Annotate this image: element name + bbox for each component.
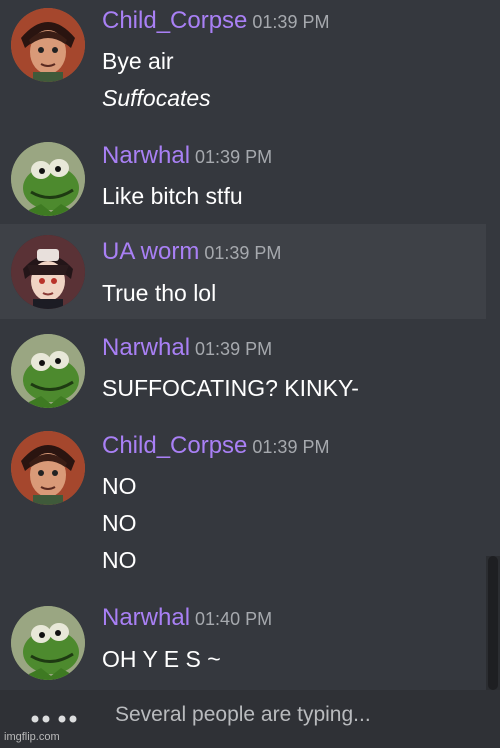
message: Narwhal 01:40 PM OH Y E S ~: [0, 594, 486, 690]
username[interactable]: Narwhal: [102, 604, 190, 631]
message-text: SUFFOCATING? KINKY-: [102, 375, 359, 401]
username[interactable]: Child_Corpse: [102, 432, 247, 459]
username[interactable]: Child_Corpse: [102, 7, 247, 34]
avatar[interactable]: [11, 235, 85, 309]
message-text: NO: [102, 510, 137, 536]
avatar[interactable]: [11, 334, 85, 408]
typing-indicator: Several people are typing...: [0, 690, 500, 748]
timestamp: 01:39 PM: [252, 437, 330, 457]
timestamp: 01:39 PM: [252, 12, 330, 32]
avatar[interactable]: [11, 142, 85, 216]
scrollbar[interactable]: [486, 556, 500, 690]
message-text: NO: [102, 547, 137, 573]
timestamp: 01:40 PM: [195, 609, 273, 629]
message-text: Suffocates: [102, 85, 211, 111]
message: Child_Corpse 01:39 PM Bye air Suffocates: [0, 0, 486, 128]
scrollbar-thumb[interactable]: [488, 556, 498, 690]
timestamp: 01:39 PM: [204, 243, 282, 263]
watermark: imgflip.com: [4, 731, 60, 743]
typing-dots-icon: [31, 715, 77, 723]
username[interactable]: Narwhal: [102, 142, 190, 169]
message: Narwhal 01:39 PM Like bitch stfu: [0, 128, 486, 224]
message: UA worm 01:39 PM True tho lol: [0, 224, 486, 319]
username[interactable]: Narwhal: [102, 334, 190, 361]
message-text: NO: [102, 473, 137, 499]
message: Narwhal 01:39 PM SUFFOCATING? KINKY-: [0, 319, 486, 422]
timestamp: 01:39 PM: [195, 339, 273, 359]
message-text: OH Y E S ~: [102, 646, 221, 672]
chat-message-list[interactable]: Child_Corpse 01:39 PM Bye air Suffocates …: [0, 0, 500, 690]
message-text: True tho lol: [102, 280, 217, 306]
typing-text: Several people are typing...: [115, 703, 371, 726]
username[interactable]: UA worm: [102, 238, 199, 265]
timestamp: 01:39 PM: [195, 147, 273, 167]
avatar[interactable]: [11, 431, 85, 505]
message: Child_Corpse 01:39 PM NO NO NO: [0, 422, 486, 594]
message-text: Bye air: [102, 48, 174, 74]
message-text: Like bitch stfu: [102, 183, 243, 209]
avatar[interactable]: [11, 8, 85, 82]
avatar[interactable]: [11, 606, 85, 680]
